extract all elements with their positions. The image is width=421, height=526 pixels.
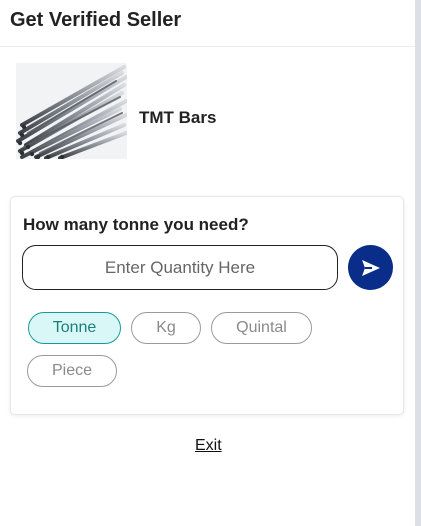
unit-chip-kg[interactable]: Kg	[131, 312, 201, 344]
unit-chip-quintal[interactable]: Quintal	[211, 312, 312, 344]
send-arrow-icon	[361, 259, 380, 276]
header: Get Verified Seller	[0, 0, 415, 47]
send-button[interactable]	[348, 245, 393, 290]
product-name: TMT Bars	[139, 108, 217, 127]
quantity-card: How many tonne you need? Tonne Kg Quinta…	[10, 196, 404, 415]
page-title: Get Verified Seller	[10, 9, 182, 31]
page: Get Verified Seller TMT Bars How many to…	[0, 0, 421, 526]
exit-link[interactable]: Exit	[195, 437, 222, 455]
quantity-input[interactable]	[22, 245, 338, 290]
scrollbar[interactable]	[415, 0, 421, 526]
unit-chip-tonne[interactable]: Tonne	[28, 312, 121, 344]
product-image	[16, 63, 127, 159]
quantity-question: How many tonne you need?	[23, 215, 249, 234]
product-summary: TMT Bars	[16, 63, 396, 159]
unit-chip-piece[interactable]: Piece	[27, 355, 117, 387]
tmt-bars-image	[16, 63, 127, 159]
